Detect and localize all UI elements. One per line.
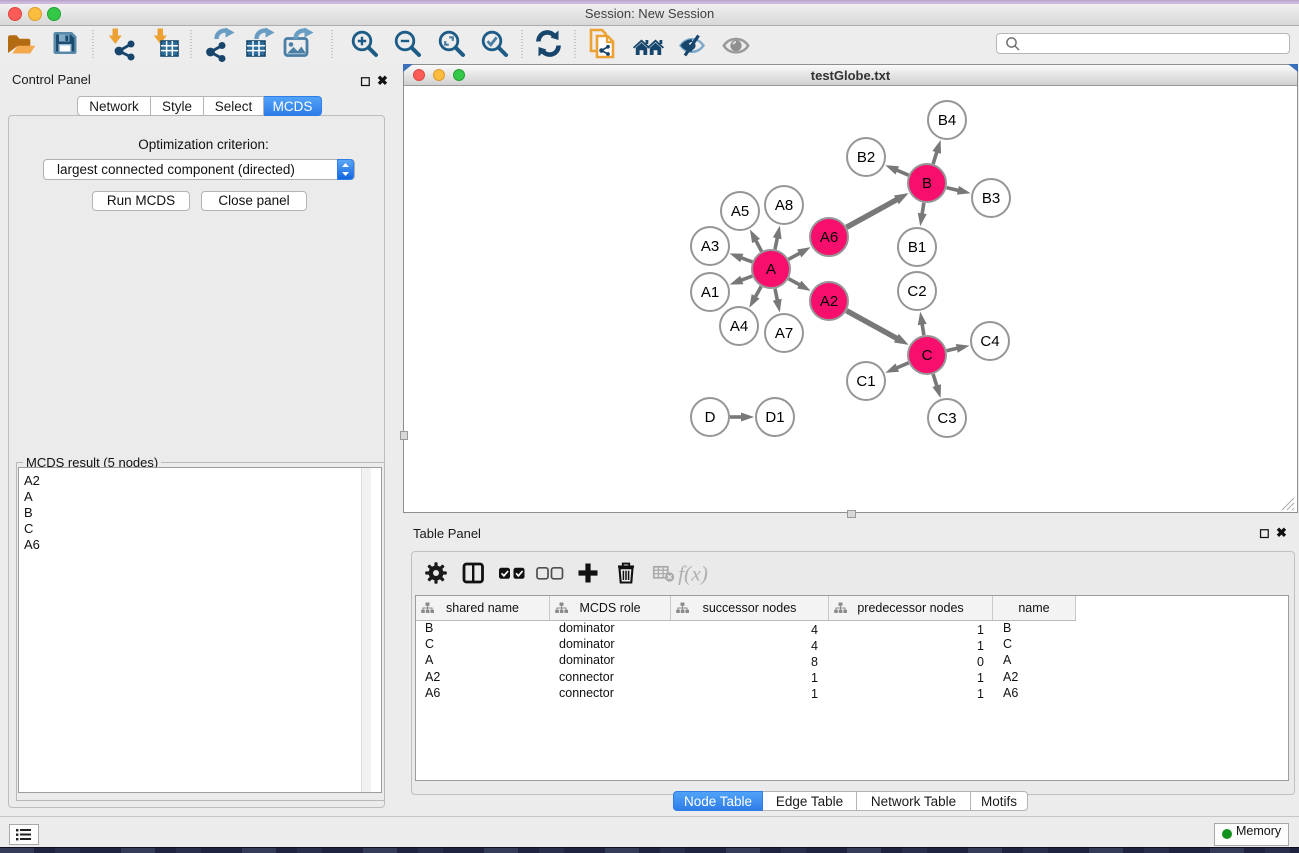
- svg-text:A5: A5: [731, 203, 749, 220]
- svg-text:A8: A8: [775, 197, 793, 214]
- svg-text:A2: A2: [820, 293, 838, 310]
- svg-text:C1: C1: [856, 373, 875, 390]
- svg-text:B3: B3: [982, 190, 1000, 207]
- svg-text:A4: A4: [730, 318, 748, 335]
- svg-text:C: C: [922, 347, 933, 364]
- svg-text:C2: C2: [907, 283, 926, 300]
- svg-text:f(x): f(x): [678, 562, 708, 586]
- svg-text:A3: A3: [701, 238, 719, 255]
- svg-text:A: A: [766, 261, 776, 278]
- svg-text:B1: B1: [908, 239, 926, 256]
- svg-text:B4: B4: [938, 112, 956, 129]
- svg-text:B: B: [922, 175, 932, 192]
- svg-text:D: D: [705, 409, 716, 426]
- svg-text:A7: A7: [775, 325, 793, 342]
- svg-text:A6: A6: [820, 229, 838, 246]
- svg-text:C3: C3: [937, 410, 956, 427]
- svg-text:D1: D1: [765, 409, 784, 426]
- svg-text:B2: B2: [857, 149, 875, 166]
- svg-text:C4: C4: [980, 333, 999, 350]
- svg-text:A1: A1: [701, 284, 719, 301]
